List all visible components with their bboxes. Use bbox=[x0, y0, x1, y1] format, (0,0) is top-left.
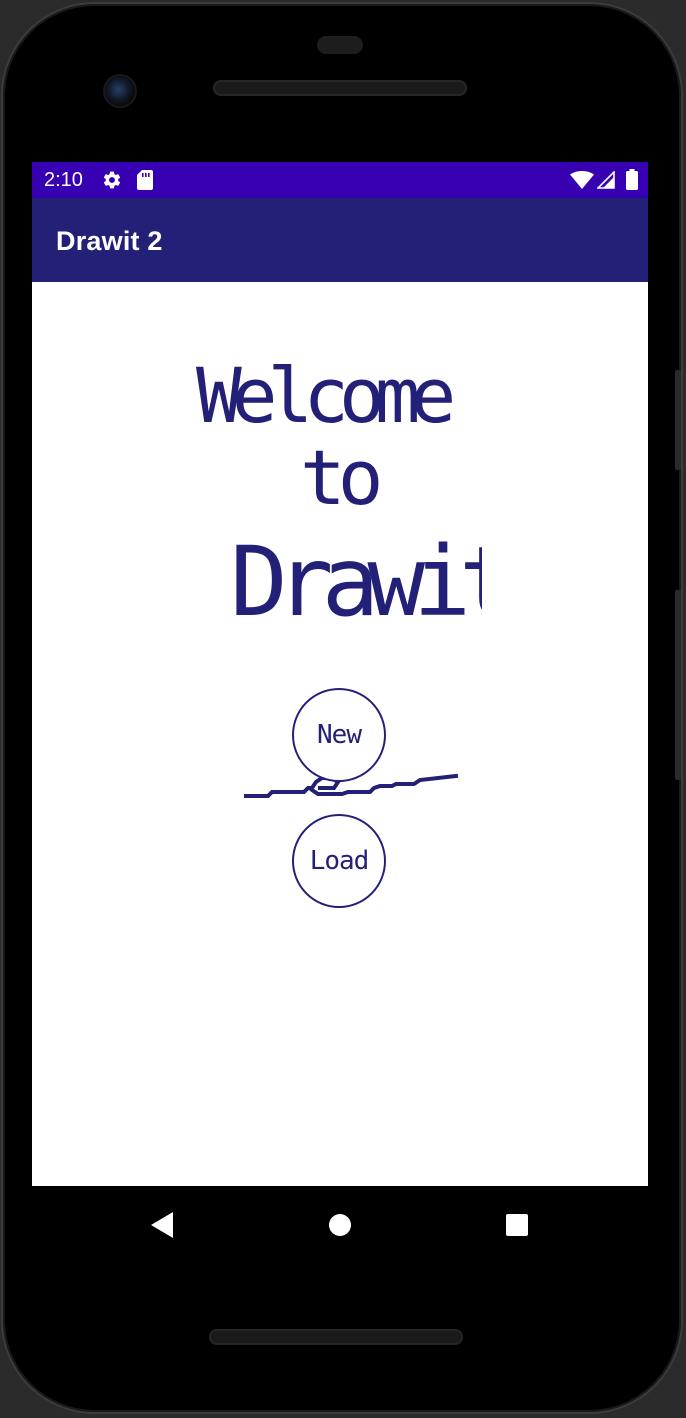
sd-card-icon bbox=[137, 170, 153, 195]
new-button-label: New bbox=[317, 720, 362, 750]
volume-button bbox=[675, 590, 681, 780]
bottom-speaker bbox=[209, 1329, 463, 1345]
power-button bbox=[675, 370, 681, 470]
front-camera bbox=[105, 76, 135, 106]
load-button-label: Load bbox=[309, 846, 370, 876]
screen: 2:10 Drawit 2 Welcome to Drawit New Load bbox=[32, 162, 648, 1186]
settings-icon bbox=[102, 170, 122, 195]
home-icon[interactable] bbox=[323, 1208, 357, 1242]
navigation-bar bbox=[32, 1186, 648, 1264]
main-content: Welcome to Drawit New Load bbox=[32, 282, 648, 1186]
top-speaker bbox=[213, 80, 467, 96]
cellular-signal-icon bbox=[596, 170, 615, 194]
wifi-icon bbox=[570, 171, 594, 194]
back-icon[interactable] bbox=[146, 1208, 180, 1242]
app-title: Drawit 2 bbox=[56, 226, 163, 256]
welcome-line-1: Welcome bbox=[196, 351, 453, 440]
new-button[interactable]: New bbox=[292, 688, 386, 782]
welcome-drawing: Welcome to Drawit bbox=[196, 351, 482, 638]
app-bar: Drawit 2 bbox=[32, 198, 648, 282]
welcome-line-2: to bbox=[300, 433, 379, 522]
welcome-line-3: Drawit bbox=[230, 526, 482, 638]
phone-frame: 2:10 Drawit 2 Welcome to Drawit New Load bbox=[3, 4, 681, 1412]
earpiece bbox=[317, 36, 363, 54]
battery-icon bbox=[626, 169, 638, 195]
recents-icon[interactable] bbox=[500, 1208, 534, 1242]
status-time: 2:10 bbox=[44, 169, 83, 191]
status-bar: 2:10 bbox=[32, 162, 648, 198]
load-button[interactable]: Load bbox=[292, 814, 386, 908]
